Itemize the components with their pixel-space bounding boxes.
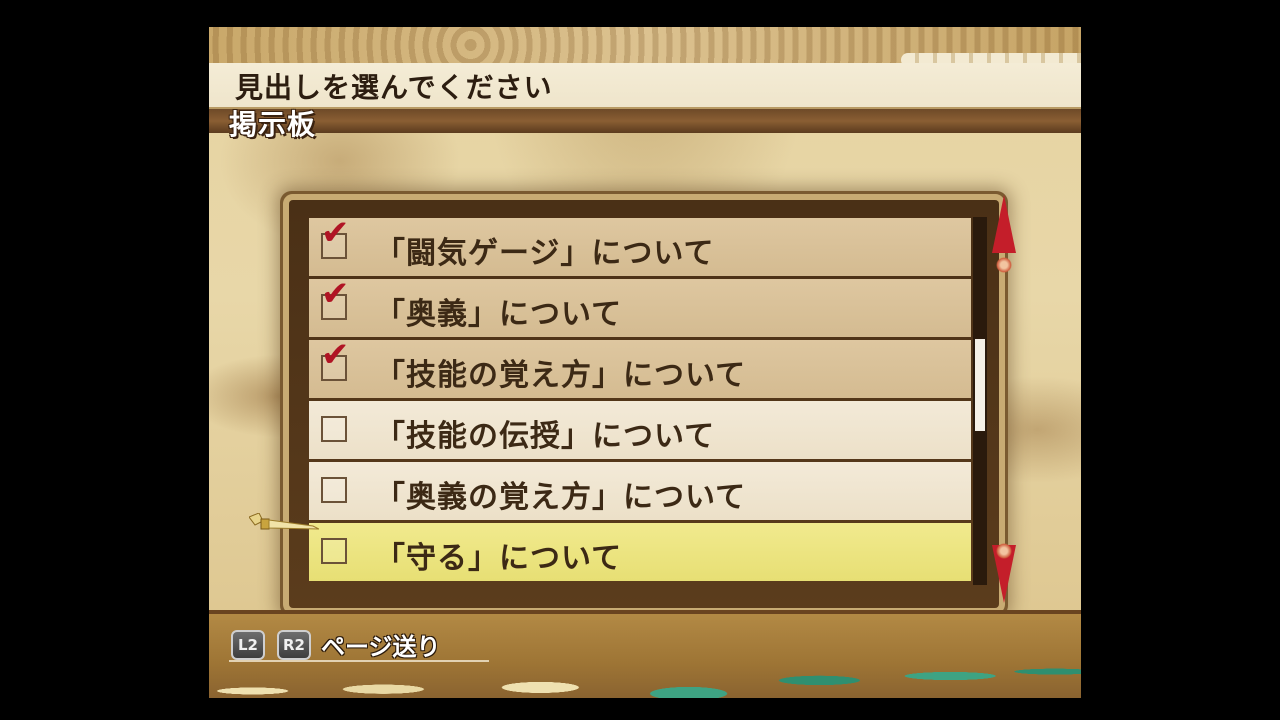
topic-label: 「守る」について xyxy=(375,541,623,576)
instruction-text: 見出しを選んでください xyxy=(235,71,553,104)
swirl-ornament xyxy=(996,543,1012,559)
game-screen: 見出しを選んでください 掲示板 ✔ 「闘気ゲージ」について ✔ 「奥義」について… xyxy=(209,27,1081,698)
topic-label: 「奥義」について xyxy=(375,297,623,332)
checkmark-icon: ✔ xyxy=(321,274,350,314)
topic-label: 「奥義の覚え方」について xyxy=(375,480,747,515)
category-bar xyxy=(209,109,1081,133)
hint-underline xyxy=(229,660,489,662)
checkbox xyxy=(321,416,347,442)
topic-row-selected[interactable]: 「守る」について xyxy=(309,523,971,581)
checkmark-icon: ✔ xyxy=(321,335,350,375)
topic-label: 「技能の覚え方」について xyxy=(375,358,747,393)
topic-label: 「技能の伝授」について xyxy=(375,419,716,454)
footer-divider xyxy=(209,610,1081,614)
topic-row[interactable]: 「技能の伝授」について xyxy=(309,401,971,459)
topic-label: 「闘気ゲージ」について xyxy=(375,236,715,271)
page-turn-hint: ページ送り xyxy=(321,632,441,661)
topic-row[interactable]: ✔ 「闘気ゲージ」について xyxy=(309,213,971,276)
scroll-up-arrow-icon[interactable] xyxy=(992,195,1016,253)
category-title: 掲示板 xyxy=(229,108,317,141)
topic-row[interactable]: ✔ 「奥義」について xyxy=(309,274,971,337)
r2-button-icon: R2 xyxy=(277,630,311,660)
checkbox xyxy=(321,538,347,564)
topic-list: ✔ 「闘気ゲージ」について ✔ 「奥義」について ✔ 「技能の覚え方」について … xyxy=(289,200,999,608)
checkmark-icon: ✔ xyxy=(321,213,350,253)
sword-cursor-icon xyxy=(249,513,319,530)
checkbox xyxy=(321,477,347,503)
header-band: 見出しを選んでください xyxy=(209,63,1081,109)
scrollbar-thumb[interactable] xyxy=(973,339,987,431)
topic-row[interactable]: 「奥義の覚え方」について xyxy=(309,462,971,520)
l2-button-icon: L2 xyxy=(231,630,265,660)
topic-row[interactable]: ✔ 「技能の覚え方」について xyxy=(309,335,971,398)
swirl-ornament xyxy=(996,257,1012,273)
